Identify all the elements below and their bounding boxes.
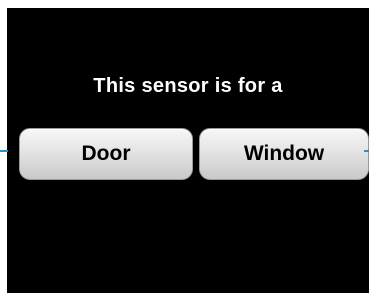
door-button-label: Door	[81, 142, 131, 165]
sensor-type-screen: This sensor is for a Door Window	[7, 8, 369, 293]
window-button-label: Window	[243, 142, 325, 165]
window-button[interactable]: Window	[199, 128, 369, 180]
right-edge-indicator	[364, 150, 369, 152]
sensor-type-prompt: This sensor is for a	[93, 75, 283, 97]
left-edge-indicator	[0, 150, 8, 152]
door-button[interactable]: Door	[19, 128, 193, 180]
